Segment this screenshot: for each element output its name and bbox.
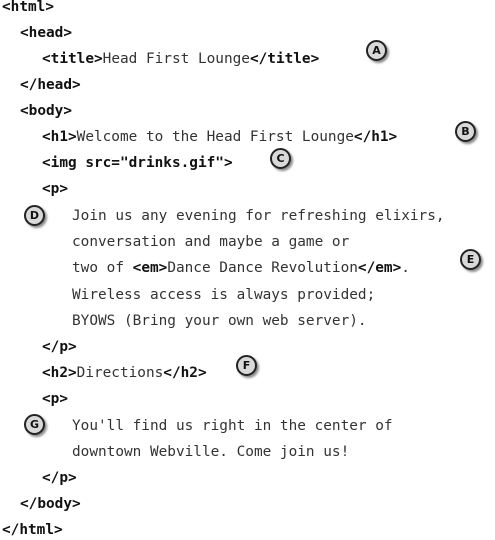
p2-line-2: downtown Webville. Come join us! bbox=[72, 444, 350, 460]
p1-line-3: two of <em>Dance Dance Revolution</em>. bbox=[72, 258, 410, 278]
h1-text: Welcome to the Head First Lounge bbox=[76, 129, 354, 145]
annotation-f-badge: F bbox=[236, 355, 257, 376]
head-close-tag: </head> bbox=[20, 77, 81, 93]
h2-close-tag: </h2> bbox=[163, 365, 207, 381]
h2-line: <h2>Directions</h2> bbox=[42, 363, 207, 383]
h1-line: <h1>Welcome to the Head First Lounge</h1… bbox=[42, 127, 397, 147]
p1-close-tag: </p> bbox=[42, 339, 77, 355]
annotation-g-badge: G bbox=[24, 414, 45, 435]
html-close-tag: </html> bbox=[2, 522, 63, 538]
annotation-e-badge: E bbox=[460, 249, 481, 270]
body-open-tag: <body> bbox=[20, 103, 72, 119]
em-open-tag: <em> bbox=[132, 260, 168, 276]
title-line: <title>Head First Lounge</title> bbox=[42, 49, 319, 69]
p1-line-5: BYOWS (Bring your own web server). bbox=[72, 313, 367, 329]
em-text: Dance Dance Revolution bbox=[167, 260, 358, 276]
annotation-d-badge: D bbox=[24, 205, 45, 226]
annotation-b-badge: B bbox=[455, 121, 476, 142]
p1-line-4: Wireless access is always provided; bbox=[72, 287, 376, 303]
html-open-tag: <html> bbox=[2, 0, 54, 15]
p1-line-2: conversation and maybe a game or bbox=[72, 234, 350, 250]
annotation-c-badge: C bbox=[270, 148, 291, 169]
h2-open-tag: <h2> bbox=[42, 365, 77, 381]
em-close-tag: </em> bbox=[357, 260, 402, 276]
p1-line-3-post: . bbox=[401, 260, 410, 276]
p2-open-tag: <p> bbox=[42, 391, 68, 407]
title-open-tag: <title> bbox=[42, 51, 103, 67]
img-tag: <img src="drinks.gif"> bbox=[42, 155, 233, 171]
p1-line-1: Join us any evening for refreshing elixi… bbox=[72, 208, 445, 224]
title-close-tag: </title> bbox=[249, 51, 320, 67]
title-text: Head First Lounge bbox=[102, 51, 250, 67]
body-close-tag: </body> bbox=[20, 496, 81, 512]
h1-close-tag: </h1> bbox=[353, 129, 398, 145]
p1-line-3-pre: two of bbox=[72, 260, 133, 276]
h1-open-tag: <h1> bbox=[42, 129, 77, 145]
head-open-tag: <head> bbox=[20, 25, 72, 41]
p1-open-tag: <p> bbox=[42, 181, 68, 197]
h2-text: Directions bbox=[76, 365, 164, 381]
p2-close-tag: </p> bbox=[42, 470, 77, 486]
p2-line-1: You'll find us right in the center of bbox=[72, 418, 393, 434]
annotation-a-badge: A bbox=[366, 40, 387, 61]
